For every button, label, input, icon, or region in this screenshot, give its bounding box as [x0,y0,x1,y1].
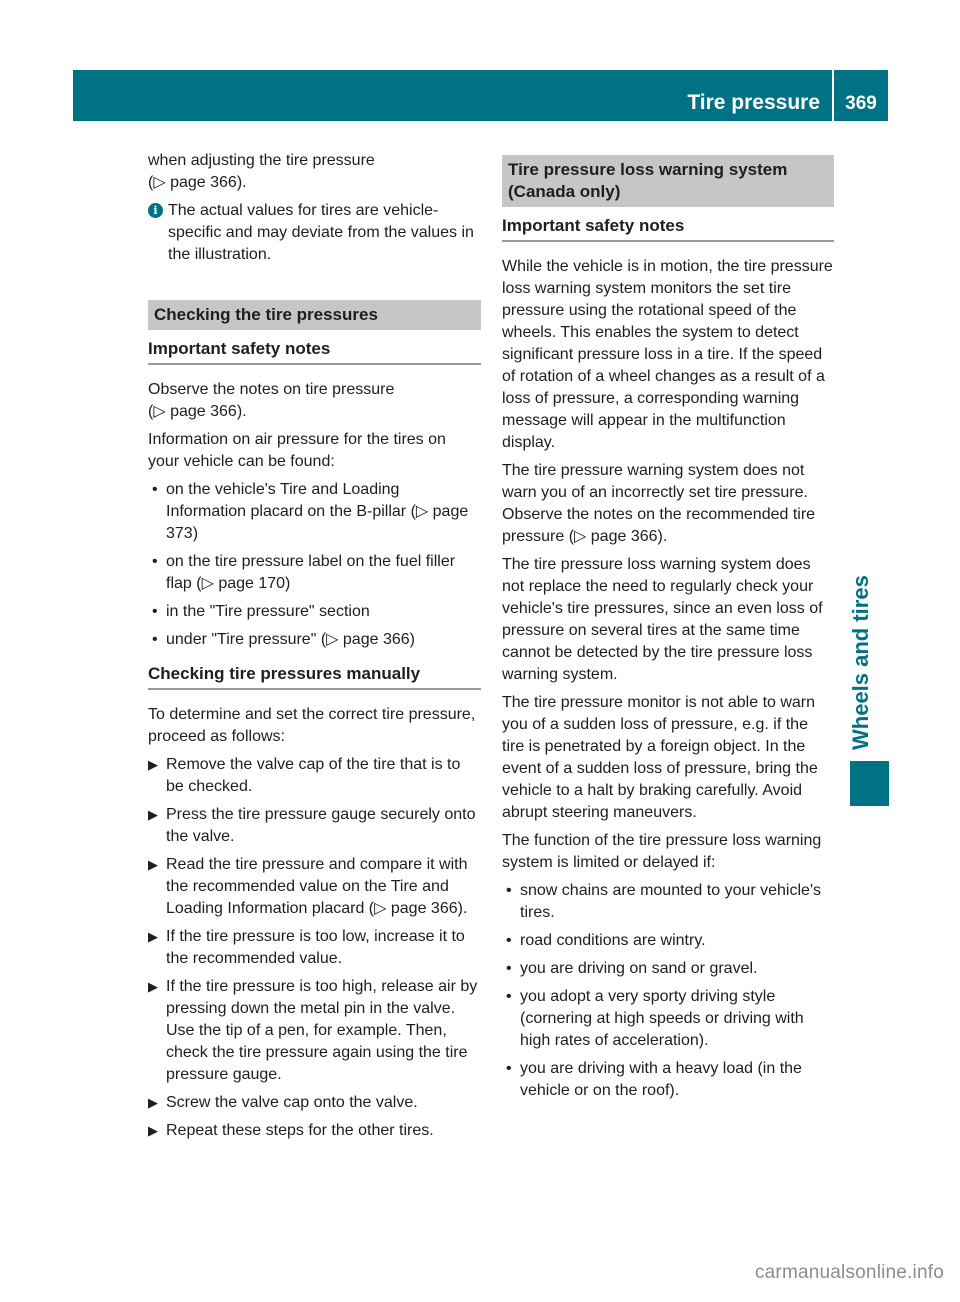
observe-notes-text: Observe the notes on tire pressure (▷ pag… [148,379,481,423]
step-arrow-icon: ▶ [148,979,158,994]
page-ref-link[interactable]: (▷ page 366). [148,403,247,420]
bullet-text: under "Tire pressure" (▷ page 366) [166,631,415,648]
list-item: • you are driving on sand or gravel. [502,958,834,980]
subheading-safety-notes: Important safety notes [502,215,834,242]
bullet-text: on the tire pressure label on the fuel f… [166,553,456,592]
step-item: ▶ If the tire pressure is too high, relea… [148,976,481,1086]
bullet-text: in the "Tire pressure" section [166,603,370,620]
step-text: Press the tire pressure gauge securely o… [166,806,476,845]
bullet-icon: • [152,631,158,648]
bullet-text: snow chains are mounted to your vehicle'… [520,882,821,921]
list-item: • you are driving with a heavy load (in t… [502,1058,834,1102]
step-text: If the tire pressure is too high, releas… [166,978,478,1083]
section-heading-checking: Checking the tire pressures [148,300,481,330]
list-item: • on the vehicle's Tire and Loading Infor… [148,479,481,545]
step-text: Repeat these steps for the other tires. [166,1122,434,1139]
step-arrow-icon: ▶ [148,807,158,822]
list-item: • snow chains are mounted to your vehicle… [502,880,834,924]
bullet-icon: • [152,603,158,620]
bullet-icon: • [506,1060,512,1077]
bullet-text: on the vehicle's Tire and Loading Inform… [166,481,469,542]
section-heading-loss-warning: Tire pressure loss warning system (Canad… [502,155,834,207]
observe-line: Observe the notes on tire pressure [148,381,395,398]
bullet-text: you are driving with a heavy load (in th… [520,1060,802,1099]
paragraph: The tire pressure monitor is not able to… [502,694,818,821]
info-note: i The actual values for tires are vehicl… [148,200,481,266]
header-bar: Tire pressure [73,70,832,121]
bullet-icon: • [506,960,512,977]
info-location-text: Information on air pressure for the tire… [148,431,446,470]
step-text: If the tire pressure is too low, increas… [166,928,465,967]
left-column: when adjusting the tire pressure (▷ page … [148,150,481,1148]
step-item: ▶ If the tire pressure is too low, increa… [148,926,481,970]
step-arrow-icon: ▶ [148,929,158,944]
step-item: ▶ Press the tire pressure gauge securely … [148,804,481,848]
paragraph: The tire pressure warning system does no… [502,462,816,545]
step-arrow-icon: ▶ [148,857,158,872]
list-item: • on the tire pressure label on the fuel … [148,551,481,595]
step-arrow-icon: ▶ [148,1123,158,1138]
bullet-icon: • [506,988,512,1005]
step-item: ▶ Read the tire pressure and compare it w… [148,854,481,920]
list-item: • road conditions are wintry. [502,930,834,952]
bullet-icon: • [152,553,158,570]
watermark: carmanualsonline.info [754,1262,944,1283]
page-number: 369 [845,93,877,114]
step-arrow-icon: ▶ [148,757,158,772]
bullet-text: you adopt a very sporty driving style (c… [520,988,804,1049]
bullet-icon: • [506,882,512,899]
page-ref-link[interactable]: (▷ page 366). [148,174,247,191]
info-text: The actual values for tires are vehicle-… [168,202,474,263]
paragraph: The function of the tire pressure loss w… [502,832,822,871]
list-item: • under "Tire pressure" (▷ page 366) [148,629,481,651]
step-item: ▶ Repeat these steps for the other tires. [148,1120,481,1142]
subheading-manual-check: Checking tire pressures manually [148,663,481,690]
step-text: Remove the valve cap of the tire that is… [166,756,461,795]
right-column: Tire pressure loss warning system (Canad… [502,155,834,1108]
list-item: • in the "Tire pressure" section [148,601,481,623]
step-item: ▶ Screw the valve cap onto the valve. [148,1092,481,1114]
step-text: Screw the valve cap onto the valve. [166,1094,418,1111]
step-arrow-icon: ▶ [148,1095,158,1110]
bullet-icon: • [506,932,512,949]
intro-line: when adjusting the tire pressure [148,152,375,169]
procedure-intro: To determine and set the correct tire pr… [148,706,476,745]
chapter-side-tab[interactable]: Wheels and tires [848,550,874,750]
page-number-box: 369 [834,70,888,121]
section-title: Tire pressure [687,91,820,114]
intro-text: when adjusting the tire pressure (▷ page … [148,150,481,194]
info-icon: i [148,203,163,218]
paragraph: The tire pressure loss warning system do… [502,556,823,683]
step-text: Read the tire pressure and compare it wi… [166,856,468,917]
bullet-text: road conditions are wintry. [520,932,706,949]
bullet-text: you are driving on sand or gravel. [520,960,758,977]
chapter-tab-marker [850,761,889,806]
subheading-safety-notes: Important safety notes [148,338,481,365]
bullet-icon: • [152,481,158,498]
list-item: • you adopt a very sporty driving style (… [502,986,834,1052]
paragraph: While the vehicle is in motion, the tire… [502,258,833,451]
step-item: ▶ Remove the valve cap of the tire that i… [148,754,481,798]
